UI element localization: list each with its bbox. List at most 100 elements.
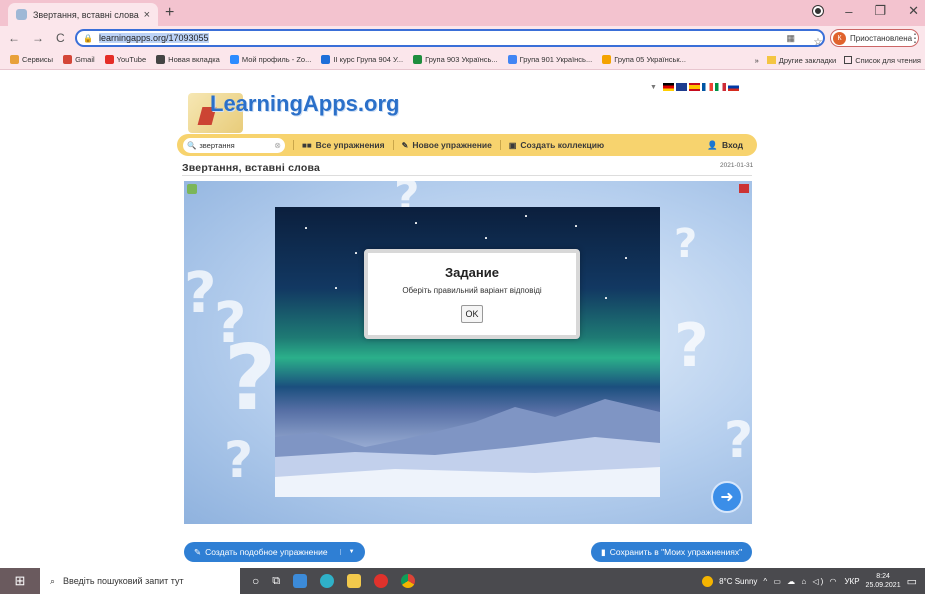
url-text[interactable]: learningapps.org/17093055: [98, 33, 209, 43]
dialog-title: Задание: [445, 265, 499, 280]
save-to-my-exercises-button[interactable]: ▮ Сохранить в "Моих упражнениях": [591, 542, 753, 562]
back-icon[interactable]: ←: [8, 31, 20, 45]
save-label: Сохранить в "Моих упражнениях": [609, 547, 743, 557]
tray-icons[interactable]: ^ ▭ ☁ ⌂ ◁) ◠: [763, 577, 838, 586]
bookmark-label: YouTube: [116, 55, 147, 64]
edge-icon[interactable]: [320, 574, 335, 588]
bookmark-item[interactable]: Сервисы: [10, 55, 53, 64]
bookmark-favicon-icon: [104, 55, 114, 64]
weather-text[interactable]: 8°C Sunny: [719, 577, 757, 586]
store-icon[interactable]: [293, 574, 308, 588]
clock-time: 8:24: [876, 573, 890, 580]
reading-list-label: Список для чтения: [855, 55, 921, 65]
reading-list[interactable]: Список для чтения: [844, 56, 921, 65]
bookmark-item[interactable]: Група 901 Українсь...: [507, 55, 593, 64]
pencil-icon: ✎: [401, 140, 409, 150]
dropdown-caret-icon[interactable]: ▼: [339, 549, 355, 555]
menu-new-exercise[interactable]: ✎ Новое упражнение: [392, 140, 500, 150]
flag-ru-icon[interactable]: [727, 83, 739, 91]
task-view-icon[interactable]: ⧉: [272, 575, 280, 588]
exercise-frame: ? ? ? ? ? ? ? ? Задание Оберіть правильн…: [184, 181, 752, 524]
grid-icon: ■■: [302, 140, 312, 150]
create-similar-button[interactable]: ✎ Создать подобное упражнение ▼: [184, 542, 365, 562]
opera-icon[interactable]: [374, 574, 389, 588]
language-indicator[interactable]: УКР: [844, 577, 859, 586]
taskbar-search-input[interactable]: ⌕ Введіть пошуковий запит тут: [40, 568, 240, 594]
qr-code-icon[interactable]: ▦: [786, 33, 795, 44]
bookmark-favicon-icon: [10, 55, 19, 64]
menu-all-exercises[interactable]: ■■ Все упражнения: [293, 140, 393, 150]
close-window-button[interactable]: ✕: [908, 3, 919, 19]
bookmark-star-icon[interactable]: ☆: [813, 37, 822, 48]
nav-buttons: ← → C: [8, 31, 65, 45]
fullscreen-icon[interactable]: [739, 184, 749, 193]
bookmark-favicon-icon: [413, 55, 423, 64]
other-bookmarks[interactable]: Другие закладки: [766, 56, 836, 65]
create-similar-label: Создать подобное упражнение: [205, 547, 328, 557]
collection-icon: ▣: [508, 140, 517, 150]
tab-close-icon[interactable]: ×: [144, 9, 150, 21]
bookmark-label: II курс Група 904 У...: [333, 55, 404, 64]
ok-button[interactable]: OK: [461, 305, 483, 323]
file-explorer-icon[interactable]: [347, 574, 362, 588]
exercise-date: 2021-01-31: [720, 162, 754, 169]
bookmark-item[interactable]: Група 05 Українськ...: [602, 55, 686, 64]
taskbar-search-placeholder: Введіть пошуковий запит тут: [63, 576, 184, 586]
login-button[interactable]: 👤 Вход: [707, 140, 743, 151]
weather-sun-icon[interactable]: [702, 575, 714, 587]
address-bar[interactable]: 🔒 learningapps.org/17093055 ▦ ☆: [75, 29, 825, 48]
bookmark-label: Gmail: [75, 55, 95, 64]
page-content: LearningApps.org ▼ 🔍 звертання ⊗ ■■ Все у…: [0, 71, 925, 568]
notifications-icon[interactable]: ▭: [907, 575, 917, 588]
bookmark-favicon-icon: [507, 55, 517, 64]
next-arrow-button[interactable]: ➜: [711, 481, 743, 513]
bookmark-item[interactable]: Група 903 Українсь...: [413, 55, 498, 64]
site-search-input[interactable]: 🔍 звертання ⊗: [183, 137, 285, 153]
flag-fr-icon[interactable]: [701, 83, 713, 91]
flag-de-icon[interactable]: [662, 83, 674, 91]
menu-create-collection[interactable]: ▣ Создать коллекцию: [499, 140, 612, 150]
app-info-icon[interactable]: [187, 184, 197, 194]
snowy-mountains: [275, 399, 660, 497]
profile-button[interactable]: К Приостановлена: [830, 29, 920, 47]
site-logo[interactable]: LearningApps.org: [188, 83, 399, 135]
bookmark-label: Новая вкладка: [168, 55, 220, 64]
flag-gb-icon[interactable]: [675, 83, 687, 91]
logo-text: LearningApps.org: [210, 91, 400, 116]
maximize-button[interactable]: ❐: [874, 3, 886, 19]
bookmark-label: Група 903 Українсь...: [425, 55, 498, 64]
menu-new-exercise-label: Новое упражнение: [412, 140, 492, 150]
bookmark-item[interactable]: YouTube: [104, 55, 147, 64]
forward-icon[interactable]: →: [32, 31, 44, 45]
bookmark-label: Група 901 Українсь...: [519, 55, 593, 64]
bookmark-item[interactable]: Мой профиль - Zo...: [229, 55, 311, 64]
search-icon: 🔍: [187, 140, 197, 150]
question-mark-decoration: ?: [724, 411, 752, 469]
bookmarks-more-icon[interactable]: »: [755, 56, 759, 65]
question-mark-decoration: ?: [184, 261, 217, 326]
clock[interactable]: 8:24 25.09.2021: [866, 572, 901, 590]
site-menu-bar: 🔍 звертання ⊗ ■■ Все упражнения ✎ Новое уп…: [177, 134, 757, 156]
dialog-message: Оберіть правильний варіант відповіді: [402, 286, 542, 295]
new-tab-button[interactable]: +: [165, 4, 174, 22]
minimize-button[interactable]: –: [845, 4, 852, 19]
browser-toolbar: ← → C 🔒 learningapps.org/17093055 ▦ ☆ К …: [0, 26, 925, 50]
bookmark-item[interactable]: Gmail: [63, 55, 95, 64]
chrome-icon[interactable]: [401, 574, 416, 588]
bookmark-item[interactable]: II курс Група 904 У...: [321, 55, 403, 64]
search-icon: ⌕: [50, 575, 56, 586]
browser-tab[interactable]: Звертання, вставні слова ×: [8, 3, 158, 26]
bookmark-item[interactable]: Новая вкладка: [156, 55, 220, 64]
clear-search-icon[interactable]: ⊗: [274, 141, 281, 150]
menu-create-collection-label: Создать коллекцию: [520, 140, 605, 150]
lang-dropdown-icon[interactable]: ▼: [650, 84, 657, 91]
user-icon: 👤: [707, 139, 718, 150]
flag-it-icon[interactable]: [714, 83, 726, 91]
windows-start-icon[interactable]: ⊞: [0, 568, 40, 594]
browser-menu-icon[interactable]: ⋮: [909, 31, 921, 45]
reload-icon[interactable]: C: [56, 31, 65, 45]
flag-es-icon[interactable]: [688, 83, 700, 91]
cortana-icon[interactable]: ○: [252, 574, 259, 588]
login-label: Вход: [721, 140, 743, 150]
record-icon[interactable]: [812, 5, 825, 17]
